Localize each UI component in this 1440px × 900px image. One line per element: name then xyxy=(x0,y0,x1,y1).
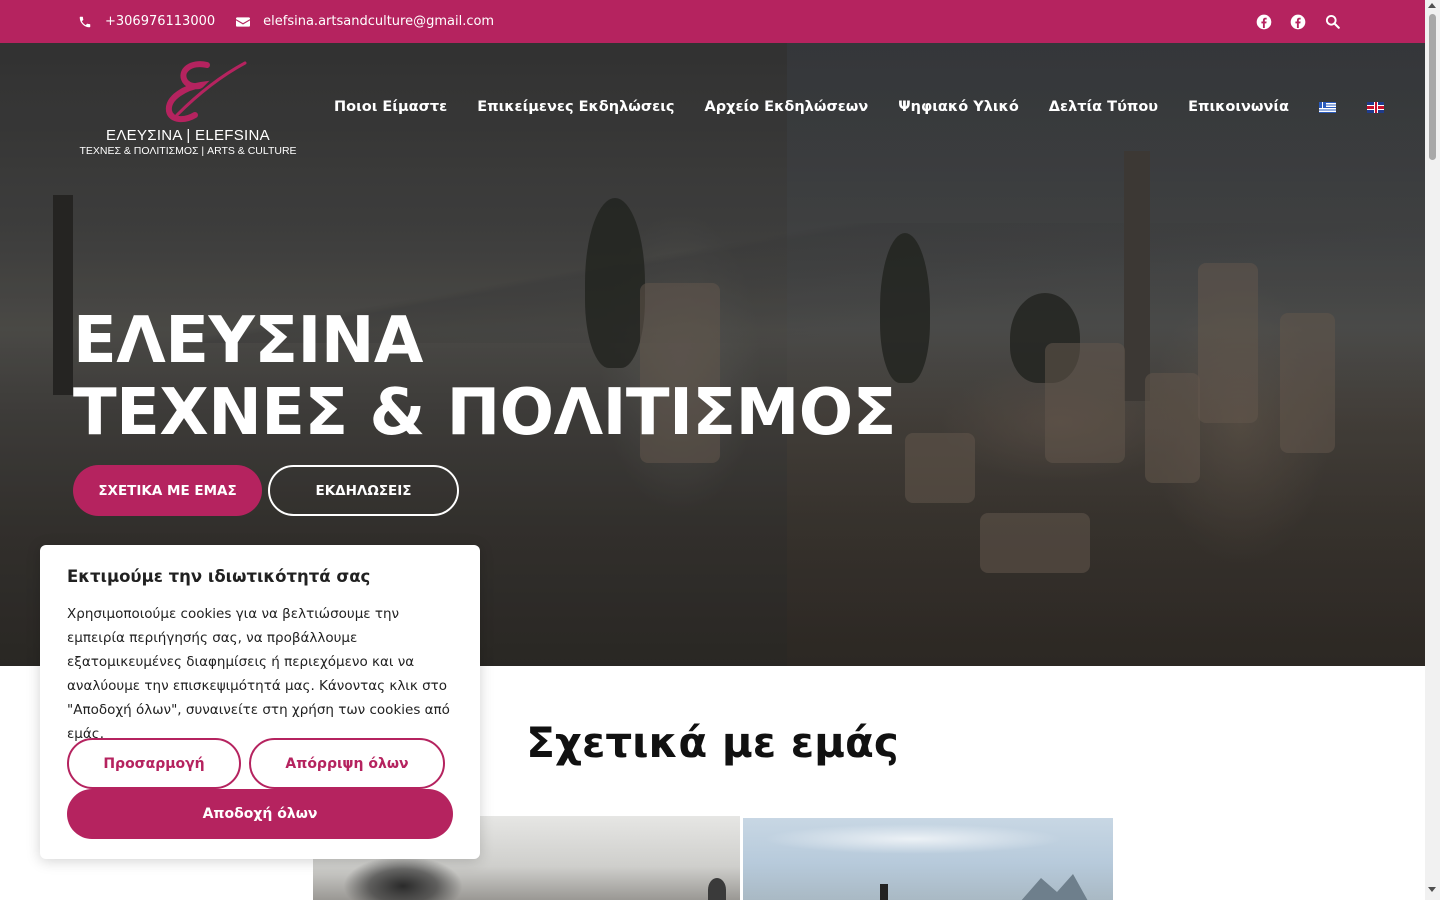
email-item[interactable]: elefsina.artsandculture@gmail.com xyxy=(236,14,494,29)
cookie-consent-dialog: Εκτιμούμε την ιδιωτικότητά σας Χρησιμοπο… xyxy=(40,545,480,859)
cookie-text: Χρησιμοποιούμε cookies για να βελτιώσουμ… xyxy=(67,606,450,742)
hero-title: ΕΛΕΥΣΙΝΑ ΤΕΧΝΕΣ & ΠΟΛΙΤΙΣΜΟΣ xyxy=(73,305,896,449)
phone-item[interactable]: +306976113000 xyxy=(78,14,215,29)
cookie-title: Εκτιμούμε την ιδιωτικότητά σας xyxy=(67,567,371,586)
logo-line2: ΤΕΧΝΕΣ & ΠΟΛΙΤΙΣΜΟΣ | ARTS & CULTURE xyxy=(79,145,297,157)
greek-flag-icon[interactable] xyxy=(1319,101,1336,113)
about-us-button[interactable]: ΣΧΕΤΙΚΑ ΜΕ ΕΜΑΣ xyxy=(73,465,262,516)
events-button[interactable]: ΕΚΔΗΛΩΣΕΙΣ xyxy=(268,465,459,516)
nav-press-releases[interactable]: Δελτία Τύπου xyxy=(1049,99,1158,115)
page-scrollbar[interactable] xyxy=(1425,0,1440,900)
logo-mark-icon xyxy=(165,61,247,123)
site-logo[interactable]: ΕΛΕΥΣΙΝΑ | ELEFSINA ΤΕΧΝΕΣ & ΠΟΛΙΤΙΣΜΟΣ … xyxy=(73,57,303,157)
main-nav: Ποιοι Είμαστε Επικείμενες Εκδηλώσεις Αρχ… xyxy=(334,96,1415,118)
scrollbar-thumb[interactable] xyxy=(1429,14,1436,160)
nav-events-archive[interactable]: Αρχείο Εκδηλώσεων xyxy=(704,99,868,115)
hero-title-line2: ΤΕΧΝΕΣ & ΠΟΛΙΤΙΣΜΟΣ xyxy=(73,376,896,450)
scroll-up-icon[interactable] xyxy=(1428,3,1436,8)
nav-contact[interactable]: Επικοινωνία xyxy=(1188,99,1289,115)
phone-icon xyxy=(78,15,92,29)
reject-all-button[interactable]: Απόρριψη όλων xyxy=(249,738,445,789)
hero-buttons: ΣΧΕΤΙΚΑ ΜΕ ΕΜΑΣ ΕΚΔΗΛΩΣΕΙΣ xyxy=(73,465,459,516)
nav-upcoming-events[interactable]: Επικείμενες Εκδηλώσεις xyxy=(477,99,674,115)
facebook-icon[interactable] xyxy=(1256,14,1272,30)
social-links xyxy=(1256,0,1340,43)
email-address[interactable]: elefsina.artsandculture@gmail.com xyxy=(263,14,494,29)
search-icon[interactable] xyxy=(1324,14,1340,30)
customize-button[interactable]: Προσαρμογή xyxy=(67,738,241,789)
uk-flag-icon[interactable] xyxy=(1367,101,1384,113)
nav-digital-material[interactable]: Ψηφιακό Υλικό xyxy=(898,99,1019,115)
contact-info: +306976113000 elefsina.artsandculture@gm… xyxy=(78,0,515,43)
accept-all-button[interactable]: Αποδοχή όλων xyxy=(67,789,453,839)
top-bar: +306976113000 elefsina.artsandculture@gm… xyxy=(0,0,1425,43)
phone-number[interactable]: +306976113000 xyxy=(105,14,215,29)
nav-who-we-are[interactable]: Ποιοι Είμαστε xyxy=(334,99,447,115)
hero-title-line1: ΕΛΕΥΣΙΝΑ xyxy=(73,304,423,378)
envelope-icon xyxy=(236,15,251,29)
logo-line1: ΕΛΕΥΣΙΝΑ | ELEFSINA xyxy=(106,127,270,144)
scroll-down-icon[interactable] xyxy=(1428,887,1436,892)
facebook-icon[interactable] xyxy=(1290,14,1306,30)
about-photo-right xyxy=(743,818,1113,900)
